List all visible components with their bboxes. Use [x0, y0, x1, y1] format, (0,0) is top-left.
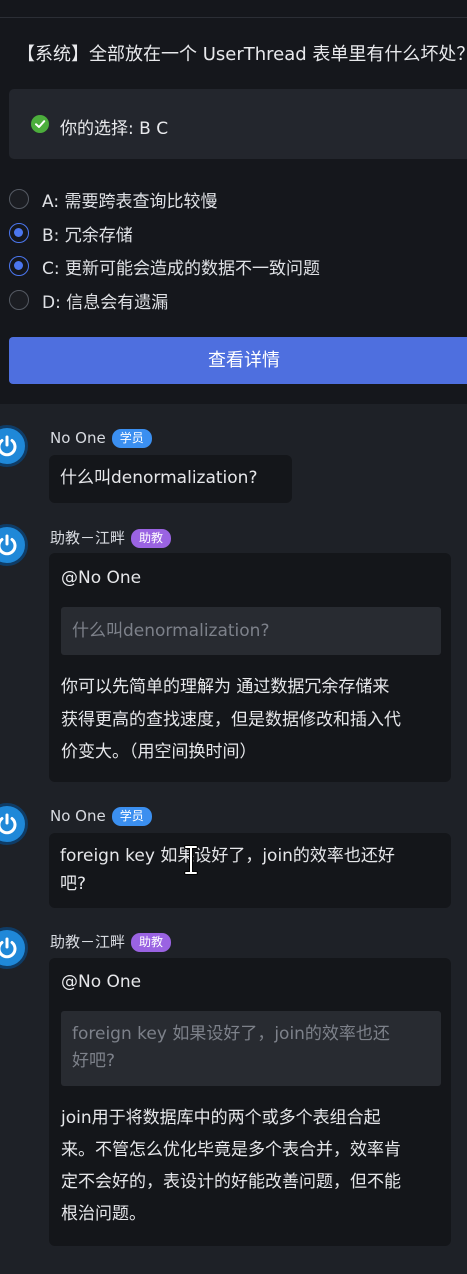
quoted-message: foreign key 如果设好了，join的效率也还 好吧?: [61, 1011, 441, 1086]
quote-text-line: 好吧?: [72, 1051, 116, 1071]
comment-text-line: 定不会好的，表设计的好能改善问题，但不能: [61, 1172, 401, 1192]
option-d[interactable]: D: 信息会有遗漏: [9, 288, 449, 313]
radio-unchecked-icon[interactable]: [9, 290, 29, 310]
role-badge: 助教: [131, 933, 172, 952]
avatar[interactable]: [0, 927, 28, 969]
quote-text: 什么叫denormalization?: [72, 621, 270, 641]
comment-author: 助教－江畔 助教: [50, 931, 172, 952]
comment-text-line: join用于将数据库中的两个或多个表组合起: [61, 1108, 381, 1128]
check-circle-icon: [31, 115, 49, 133]
comment-bubble: foreign key 如果设好了，join的效率也还好 吧?: [49, 833, 451, 908]
avatar[interactable]: [0, 524, 28, 566]
comment-text-line: 你可以先简单的理解为 通过数据冗余存储来: [61, 677, 390, 697]
avatar[interactable]: [0, 803, 28, 845]
radio-checked-icon[interactable]: [9, 223, 29, 243]
text-cursor-icon: [184, 845, 198, 875]
author-name: No One: [50, 807, 106, 825]
comment-author: No One 学员: [50, 807, 152, 826]
power-icon: [0, 534, 17, 556]
power-icon: [0, 435, 17, 457]
comment-text-line: 根治问题。: [61, 1204, 146, 1224]
your-choice-label: 你的选择: B C: [60, 119, 169, 139]
mention[interactable]: @No One: [61, 968, 141, 997]
comment-text-line: foreign key 如果设好了，join的效率也还好: [60, 846, 395, 866]
comment-author: 助教－江畔 助教: [50, 527, 172, 548]
radio-unchecked-icon[interactable]: [9, 189, 29, 209]
power-icon: [0, 813, 17, 835]
question-panel: 【系统】全部放在一个 UserThread 表单里有什么坏处？ 你的选择: B …: [0, 0, 467, 404]
radio-checked-icon[interactable]: [9, 256, 29, 276]
author-name: 助教－江畔: [50, 529, 126, 547]
option-c-label: C: 更新可能会造成的数据不一致问题: [42, 259, 321, 279]
role-badge: 学员: [111, 807, 152, 826]
avatar[interactable]: [0, 425, 28, 467]
role-badge: 学员: [111, 429, 152, 448]
comment-bubble: @No One foreign key 如果设好了，join的效率也还 好吧? …: [49, 958, 451, 1246]
quote-text-line: foreign key 如果设好了，join的效率也还: [72, 1024, 390, 1044]
question-title: 【系统】全部放在一个 UserThread 表单里有什么坏处？: [17, 44, 467, 65]
comment-text: 什么叫denormalization?: [60, 468, 258, 488]
author-name: 助教－江畔: [50, 933, 126, 951]
comment-text-line: 价变大。（用空间换时间）: [61, 742, 257, 762]
comment-text-line: 来。不管怎么优化毕竟是多个表合并，效率肯: [61, 1140, 401, 1160]
quoted-message: 什么叫denormalization?: [61, 607, 441, 655]
power-icon: [0, 937, 17, 959]
mention[interactable]: @No One: [61, 564, 141, 593]
your-choice-box: 你的选择: B C: [9, 89, 467, 159]
divider: [0, 17, 467, 18]
author-name: No One: [50, 429, 106, 447]
comment-bubble: @No One 什么叫denormalization? 你可以先简单的理解为 通…: [49, 553, 451, 782]
comment-author: No One 学员: [50, 429, 152, 448]
comment-text-line: 获得更高的查找速度，但是数据修改和插入代: [61, 710, 401, 730]
comment-bubble: 什么叫denormalization?: [49, 455, 292, 503]
comment-text-line: 吧?: [60, 874, 87, 894]
option-b[interactable]: B: 冗余存储: [9, 221, 449, 246]
option-a[interactable]: A: 需要跨表查询比较慢: [9, 187, 449, 212]
option-a-label: A: 需要跨表查询比较慢: [42, 192, 218, 212]
option-d-label: D: 信息会有遗漏: [42, 293, 169, 313]
option-c[interactable]: C: 更新可能会造成的数据不一致问题: [9, 254, 449, 279]
option-b-label: B: 冗余存储: [42, 226, 133, 246]
view-details-button[interactable]: 查看详情: [9, 337, 467, 384]
role-badge: 助教: [131, 529, 172, 548]
